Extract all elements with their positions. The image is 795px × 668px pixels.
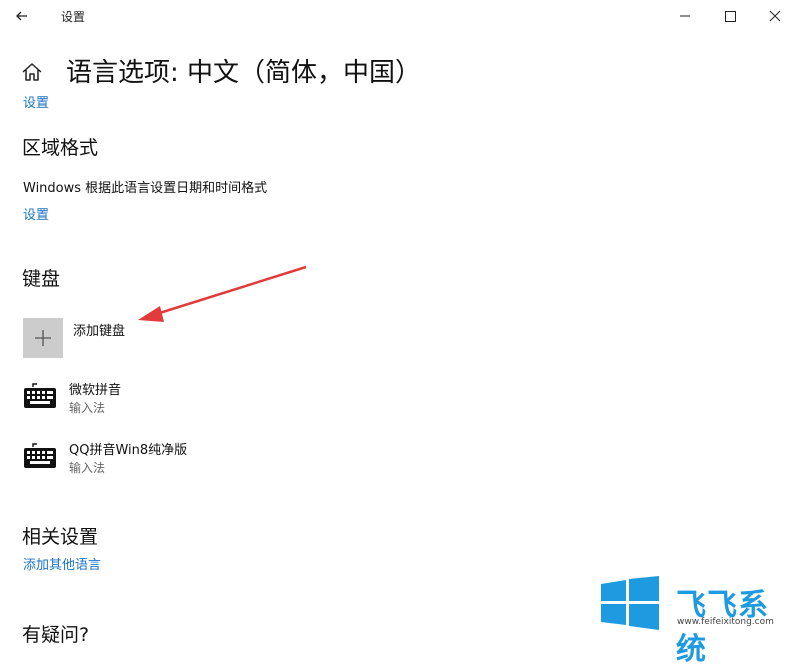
keyboard-icon <box>24 443 56 468</box>
arrow-left-icon <box>16 11 27 21</box>
home-button[interactable] <box>20 60 44 84</box>
region-format-heading: 区域格式 <box>22 137 99 159</box>
questions-heading: 有疑问? <box>22 624 90 646</box>
add-keyboard-label[interactable]: 添加键盘 <box>73 320 125 339</box>
keyboard-item-type: 输入法 <box>69 401 106 415</box>
minimize-button[interactable] <box>662 0 708 32</box>
maximize-button[interactable] <box>707 0 753 32</box>
add-other-language-link[interactable]: 添加其他语言 <box>23 554 101 573</box>
window-title: 设置 <box>61 10 86 24</box>
keyboard-item-microsoft-pinyin[interactable]: 微软拼音 输入法 <box>23 378 323 420</box>
plus-icon <box>35 330 51 346</box>
keyboard-heading: 键盘 <box>22 268 61 290</box>
title-bar: 设置 <box>0 0 795 32</box>
close-icon <box>769 10 781 22</box>
keyboard-icon <box>24 383 56 408</box>
close-button[interactable] <box>752 0 795 32</box>
region-settings-link[interactable]: 设置 <box>23 204 49 223</box>
keyboard-item-type: 输入法 <box>69 461 106 475</box>
settings-link-top[interactable]: 设置 <box>23 92 49 111</box>
page-title: 语言选项: 中文（简体，中国） <box>66 58 422 88</box>
keyboard-item-name: QQ拼音Win8纯净版 <box>69 443 188 458</box>
red-arrow-annotation <box>138 265 307 322</box>
region-format-description: Windows 根据此语言设置日期和时间格式 <box>23 181 268 196</box>
home-icon <box>22 63 42 81</box>
add-keyboard-button[interactable] <box>23 318 63 358</box>
watermark-url: www.feifeixitong.com <box>677 617 774 627</box>
related-settings-heading: 相关设置 <box>22 526 99 548</box>
keyboard-item-name: 微软拼音 <box>69 383 122 398</box>
minimize-icon <box>680 15 690 17</box>
back-button[interactable] <box>10 4 34 28</box>
windows-logo-icon <box>601 576 659 630</box>
keyboard-item-qq-pinyin[interactable]: QQ拼音Win8纯净版 输入法 <box>23 438 323 480</box>
maximize-icon <box>725 11 736 22</box>
